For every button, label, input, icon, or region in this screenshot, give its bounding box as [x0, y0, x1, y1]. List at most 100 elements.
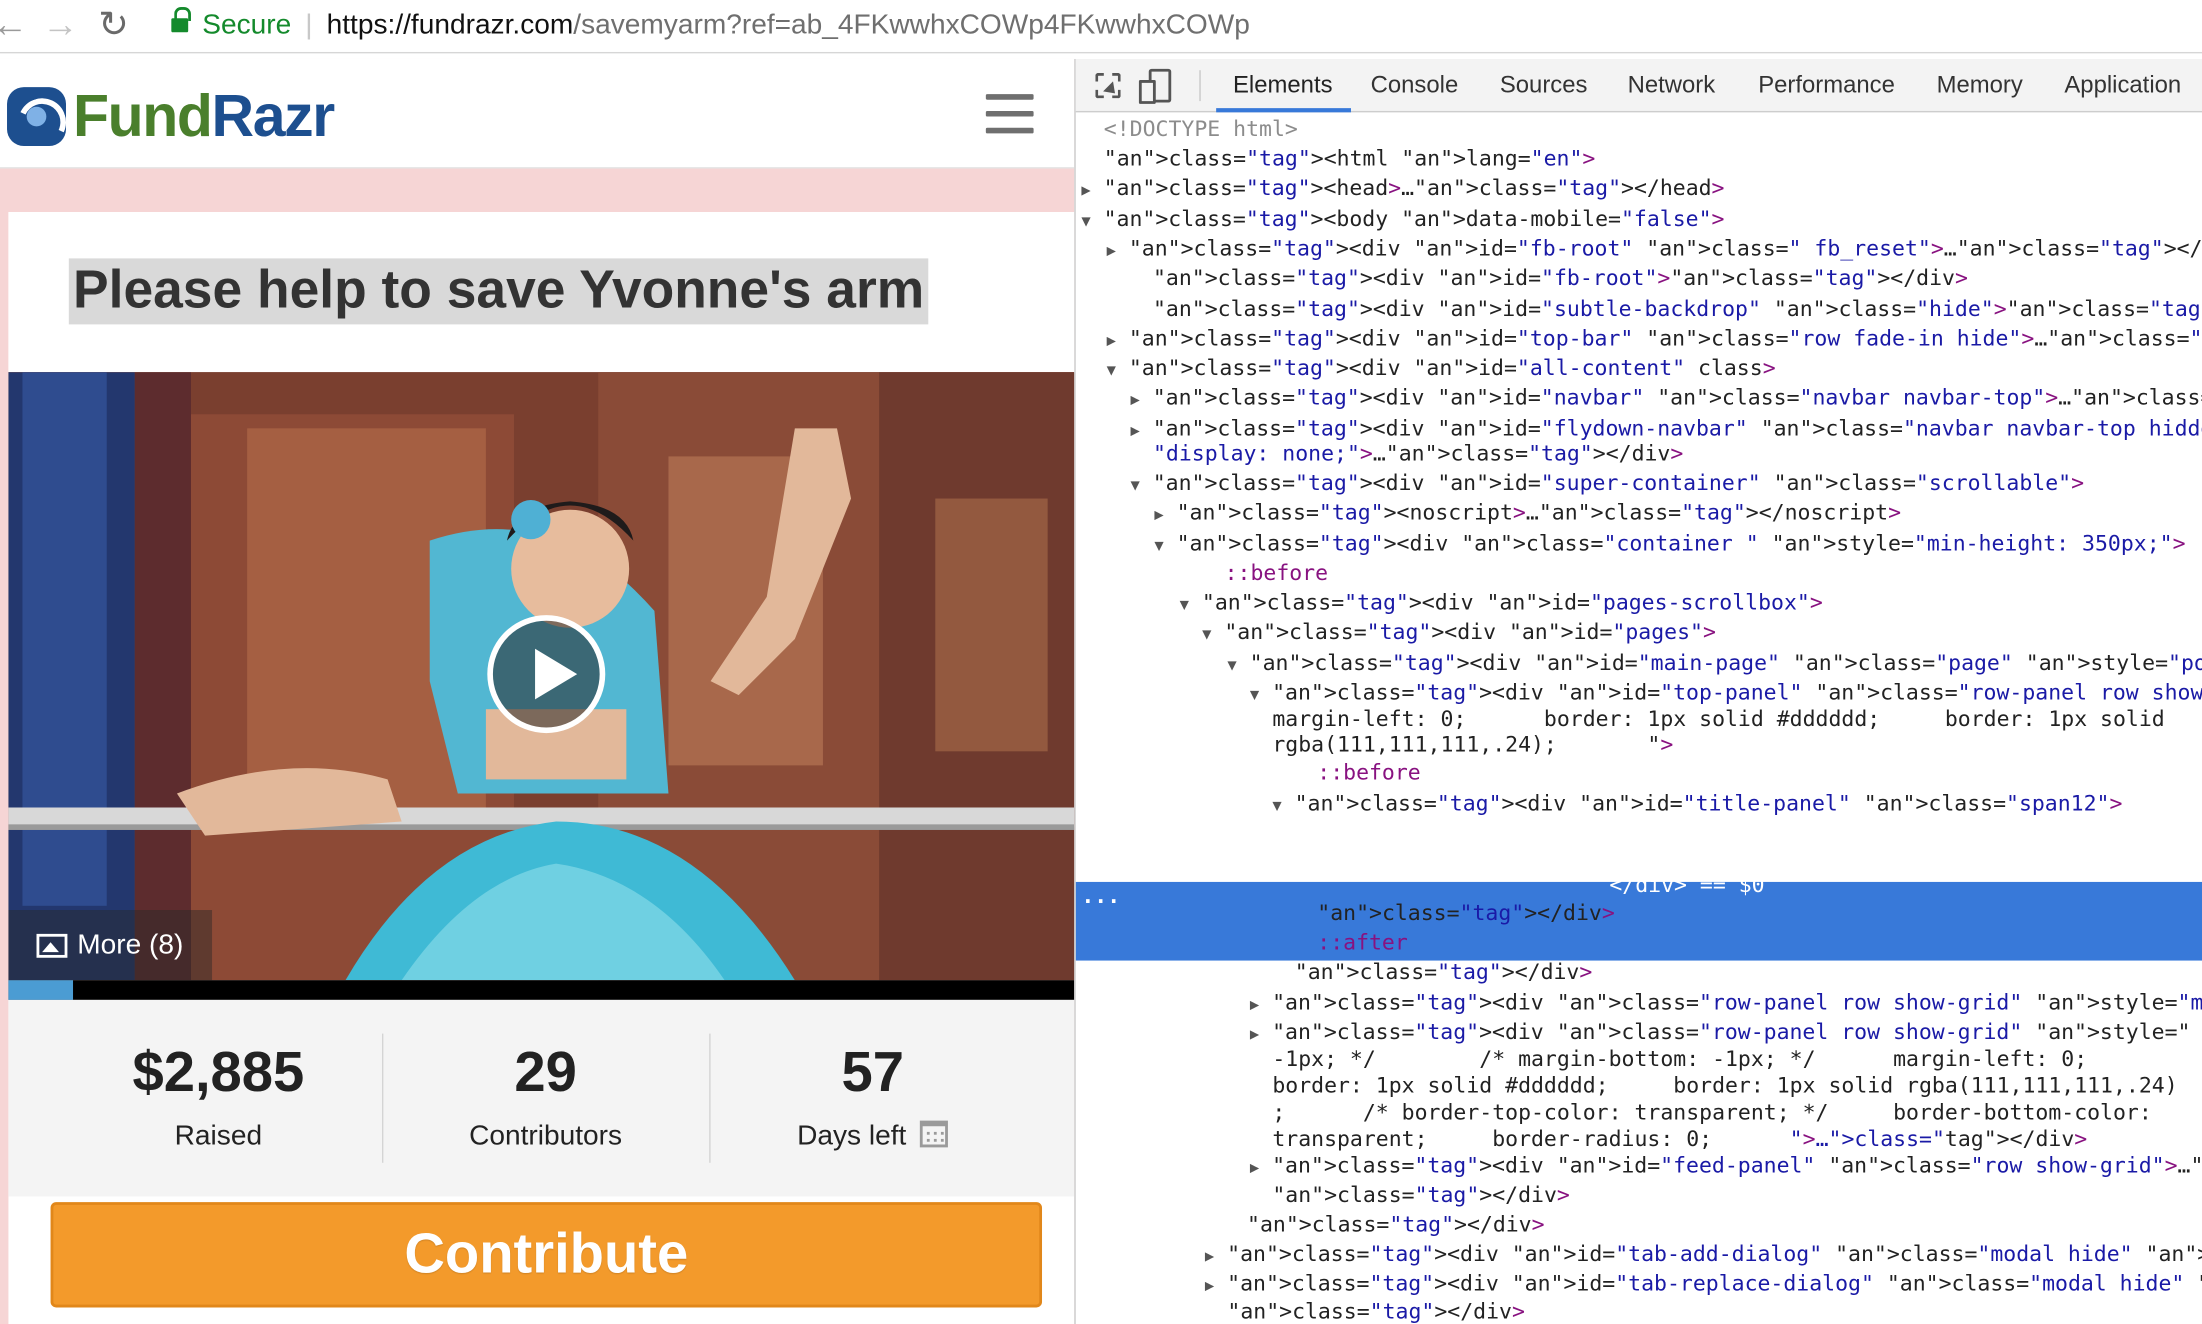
dom-line[interactable]: ::before [1317, 758, 1420, 788]
dom-line[interactable]: "an">class="tag"></div> [1295, 958, 1593, 988]
dom-line[interactable]: ▶ "an">class="tag"><div "an">id="navbar"… [1130, 383, 2202, 413]
dom-line[interactable]: Please help to save Yvonne's arm [1715, 845, 2129, 872]
dom-line-text: "an">class="tag"><div "an">id="subtle-ba… [1152, 296, 2202, 322]
tab-network[interactable]: Network [1628, 59, 1716, 112]
expand-arrow-icon[interactable]: ▼ [1107, 361, 1116, 379]
dom-line[interactable]: "an">class="tag"></div> [1272, 1181, 1570, 1211]
dom-line[interactable]: "an">class="tag"></div> [1317, 899, 1615, 929]
tab-memory[interactable]: Memory [1937, 59, 2023, 112]
funding-progress-fill [8, 980, 73, 1000]
dom-line[interactable]: ::after [1317, 928, 1408, 958]
dom-line[interactable]: ▼ "an">class="tag"><div "an">id="title-p… [1272, 789, 2122, 819]
dom-line[interactable]: </div> == $0 [1609, 871, 1764, 897]
collapse-arrow-icon[interactable]: ▶ [1081, 181, 1090, 199]
collapse-arrow-icon[interactable]: ▶ [1107, 242, 1116, 260]
expand-arrow-icon[interactable]: ▼ [1081, 212, 1090, 230]
dom-line-text: "an">class="tag"><div "an">class="contai… [1176, 530, 2186, 557]
dom-line[interactable]: -1px; */ /* margin-bottom: -1px; */ marg… [1272, 1045, 2087, 1075]
collapse-arrow-icon[interactable]: ▶ [1250, 1025, 1259, 1043]
dom-line[interactable]: "an">class="tag"><div "an">id="subtle-ba… [1153, 295, 2202, 325]
collapse-arrow-icon[interactable]: ▶ [1250, 1159, 1259, 1177]
expand-arrow-icon[interactable]: ▼ [1180, 595, 1189, 613]
dom-line[interactable]: ▶ "an">class="tag"><div "an">id="top-bar… [1107, 324, 2202, 354]
dom-line[interactable]: ▶ "an">class="tag"><noscript>…"an">class… [1154, 499, 1901, 529]
tab-console[interactable]: Console [1371, 59, 1459, 112]
node-actions-icon[interactable]: ... [1081, 882, 1120, 912]
collapse-arrow-icon[interactable]: ▶ [1205, 1277, 1214, 1295]
site-header: FundRazr [0, 58, 1075, 169]
dom-line[interactable]: ; /* border-top-color: transparent; */ b… [1272, 1098, 2151, 1128]
dom-line[interactable]: "an">class="tag"><div "an">id="fb-root">… [1153, 264, 1968, 294]
collapse-arrow-icon[interactable]: ▶ [1130, 421, 1139, 439]
inspect-element-icon[interactable] [1095, 73, 1121, 99]
back-icon[interactable]: ← [0, 4, 28, 43]
expand-arrow-icon[interactable]: ▼ [1227, 656, 1236, 674]
more-photos-button[interactable]: More (8) [8, 910, 213, 981]
dom-line[interactable]: "display: none;">…"an">class="tag"></div… [1153, 440, 1683, 470]
raised-label: Raised [174, 1120, 263, 1152]
logo-fund-text: Fund [73, 82, 213, 149]
dom-line[interactable]: ▶ "an">class="tag"><div "an">id="tab-add… [1205, 1240, 2202, 1270]
dom-line[interactable]: ▶ "an">class="tag"><div "an">id="feed-pa… [1250, 1152, 2202, 1182]
expand-arrow-icon[interactable]: ▼ [1154, 536, 1163, 554]
dom-line[interactable]: ▼ "an">class="tag"><body "an">data-mobil… [1081, 205, 1724, 235]
dom-line[interactable]: ▼ "an">class="tag"><div "an">id="main-pa… [1227, 649, 2202, 679]
collapse-arrow-icon[interactable]: ▶ [1107, 331, 1116, 349]
collapse-arrow-icon[interactable]: ▶ [1250, 996, 1259, 1014]
dom-line-text: <!DOCTYPE html> [1103, 116, 1298, 142]
tab-elements[interactable]: Elements [1233, 59, 1333, 112]
dom-line[interactable]: ▼ "an">class="tag"><div "an">id="pages"> [1202, 618, 1716, 648]
collapse-arrow-icon[interactable]: ▶ [1130, 390, 1139, 408]
play-icon[interactable] [487, 615, 606, 734]
device-toolbar-icon[interactable] [1138, 68, 1172, 104]
fundrazr-logo[interactable]: FundRazr [73, 81, 335, 151]
dom-line-text: "an">class="tag"><noscript>…"an">class="… [1176, 499, 1902, 526]
selected-dom-node[interactable]: ... <div id="campaign-title" class="head… [1075, 820, 2202, 961]
dom-line[interactable]: ::before [1225, 559, 1328, 589]
dom-line-text: ::before [1317, 759, 1421, 786]
tab-performance[interactable]: Performance [1758, 59, 1895, 112]
lock-icon [171, 7, 191, 35]
elements-dom-tree[interactable]: ... <div id="campaign-title" class="head… [1075, 115, 2202, 1324]
dom-line[interactable]: "an">class="tag"></div> [1227, 1298, 1525, 1324]
contributors-value: 29 [514, 1042, 577, 1104]
dom-line[interactable]: ▼ "an">class="tag"><div "an">class="cont… [1154, 529, 2185, 559]
dom-line[interactable]: "an">class="tag"></div> [1247, 1211, 1545, 1241]
fundrazr-logo-icon[interactable] [7, 87, 67, 147]
dom-line[interactable]: <div id="campaign-title" class="headline… [1343, 819, 1964, 845]
collapse-arrow-icon[interactable]: ▶ [1205, 1247, 1214, 1265]
raised-stat: $2,885 Raised [55, 1000, 382, 1197]
campaign-stats: $2,885 Raised 29 Contributors 57 Days le… [8, 999, 1075, 1197]
hamburger-menu-icon[interactable] [985, 94, 1034, 134]
dom-line[interactable]: rgba(111,111,111,.24); "> [1272, 730, 1673, 760]
dom-line[interactable]: border: 1px solid #dddddd; border: 1px s… [1272, 1072, 2177, 1102]
url-separator: | [305, 9, 313, 41]
dom-line[interactable]: ▼ "an">class="tag"><div "an">id="top-pan… [1250, 678, 2202, 708]
expand-arrow-icon[interactable]: ▼ [1202, 625, 1211, 643]
expand-arrow-icon[interactable]: ▼ [1250, 685, 1259, 703]
dom-line[interactable]: ▶ "an">class="tag"><div "an">id="fb-root… [1107, 235, 2202, 265]
dom-line[interactable]: ▶ "an">class="tag"><div "an">class="row-… [1250, 989, 2202, 1019]
expand-arrow-icon[interactable]: ▼ [1130, 476, 1139, 494]
dom-line[interactable]: ▶ "an">class="tag"><div "an">class="row-… [1250, 1018, 2202, 1048]
forward-icon[interactable]: → [42, 4, 79, 43]
dom-line[interactable]: ▶ "an">class="tag"><div "an">id="tab-rep… [1205, 1270, 2202, 1300]
dom-line[interactable]: "an">class="tag"><html "an">lang="en"> [1104, 145, 1596, 175]
dom-line[interactable]: ▼ "an">class="tag"><div "an">id="pages-s… [1180, 588, 1823, 618]
reload-icon[interactable]: ↻ [98, 4, 129, 43]
tab-application[interactable]: Application [2064, 59, 2181, 112]
dom-line[interactable]: <!DOCTYPE html> [1104, 115, 1298, 145]
dom-line[interactable]: ▶ "an">class="tag"><head>…"an">class="ta… [1081, 174, 1724, 204]
dom-line-text: "an">class="tag"></div> [1247, 1211, 1545, 1238]
dom-line[interactable]: ▼ "an">class="tag"><div "an">id="all-con… [1107, 354, 1776, 384]
contributors-stat: 29 Contributors [382, 1000, 709, 1197]
contribute-button[interactable]: Contribute [50, 1202, 1043, 1308]
dom-line[interactable]: transparent; border-radius: 0; ">…">clas… [1272, 1125, 2087, 1155]
dom-line[interactable]: ▼ "an">class="tag"><div "an">id="super-c… [1130, 469, 2084, 499]
screenshot-root: ← → ↻ Secure | https://fundrazr.com/save… [0, 0, 2202, 1324]
expand-arrow-icon[interactable]: ▼ [1272, 796, 1281, 814]
tab-sources[interactable]: Sources [1500, 59, 1588, 112]
campaign-video[interactable]: More (8) [8, 372, 1075, 981]
url-field[interactable]: Secure | https://fundrazr.com/savemyarm?… [152, 0, 2202, 51]
collapse-arrow-icon[interactable]: ▶ [1154, 506, 1163, 524]
